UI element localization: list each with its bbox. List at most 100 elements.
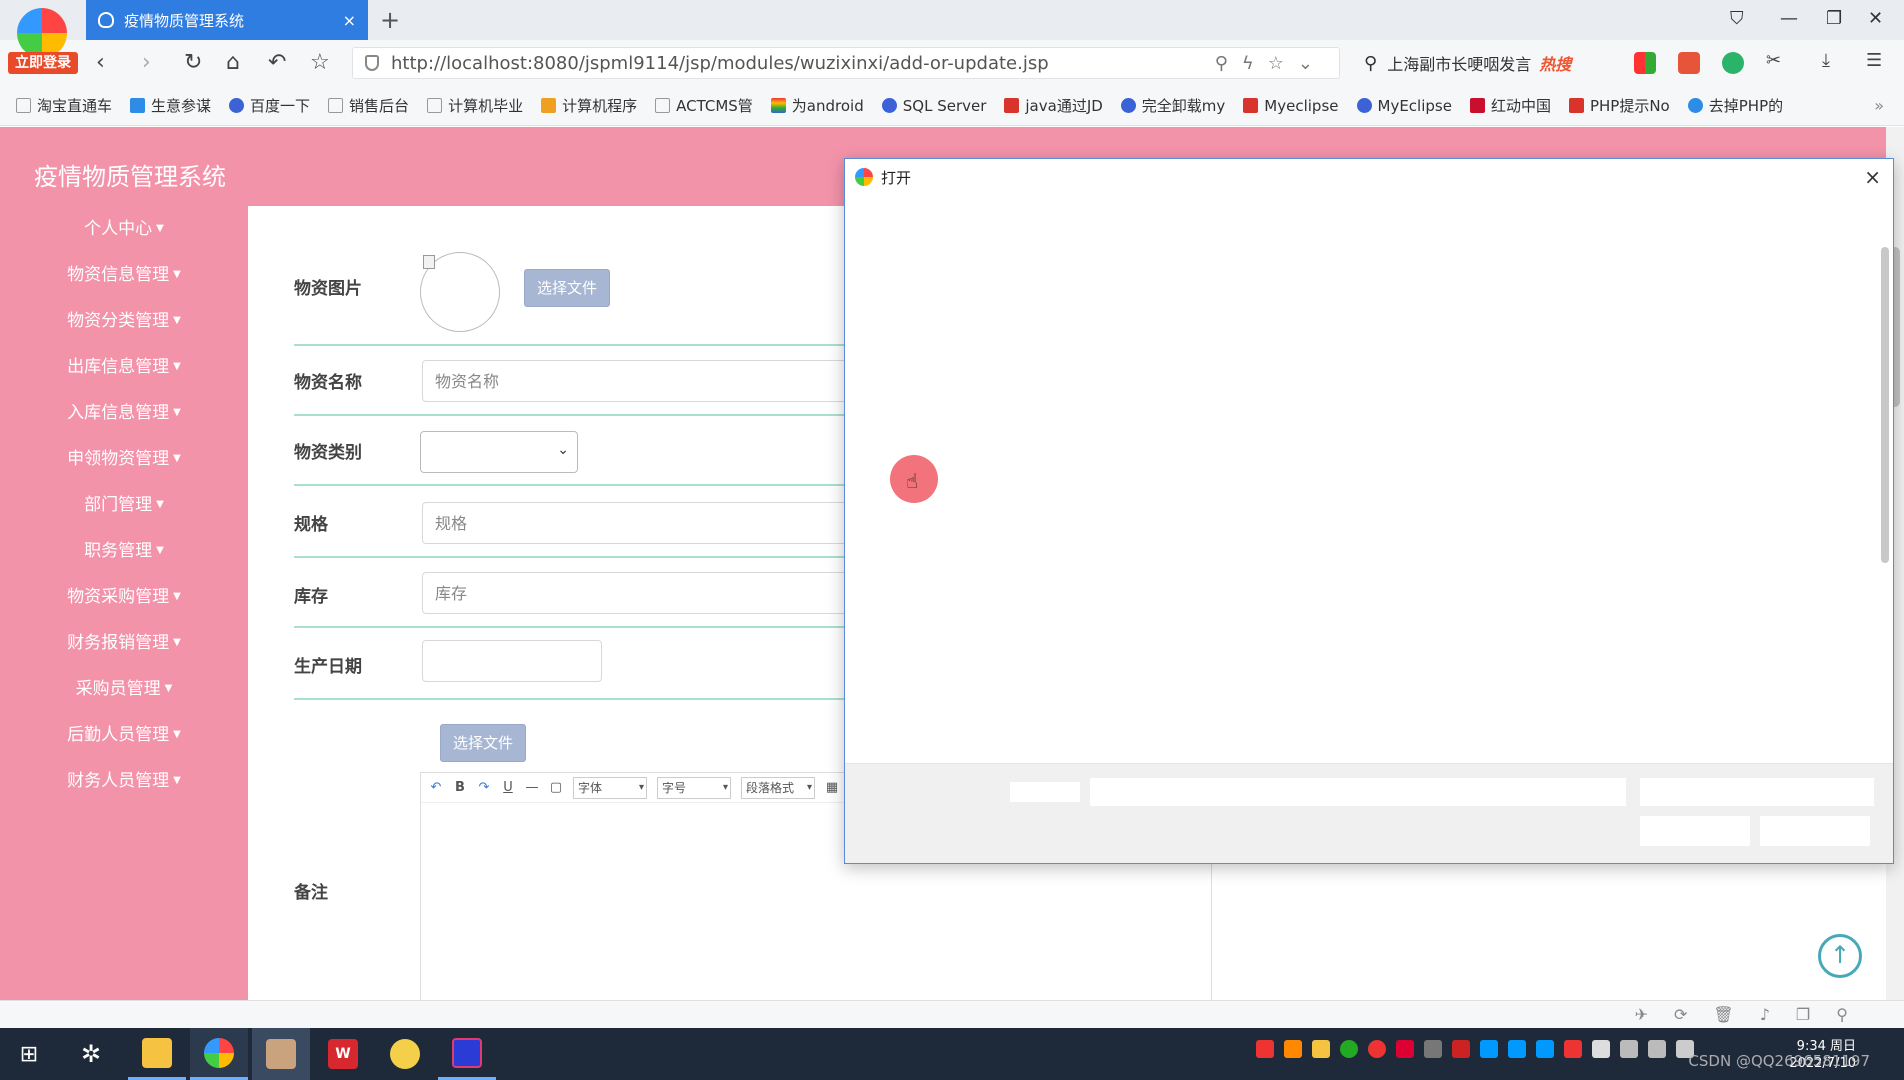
taskbar-app-browser[interactable] xyxy=(190,1028,248,1080)
skin-icon[interactable]: ⛉ xyxy=(1730,8,1744,29)
sidebar-item-buyer[interactable]: 采购员管理 ▼ xyxy=(0,666,248,712)
forward-icon[interactable]: › xyxy=(142,50,151,75)
bookmark-item[interactable]: 计算机程序 xyxy=(541,95,637,116)
start-button[interactable]: ⊞ xyxy=(0,1028,58,1080)
address-bar[interactable]: http://localhost:8080/jspml9114/jsp/modu… xyxy=(352,47,1340,79)
address-bar-icons[interactable]: ⚲ϟ☆⌄ xyxy=(1215,53,1327,74)
back-icon[interactable]: ‹ xyxy=(96,50,105,75)
bookmark-item[interactable]: 为android xyxy=(770,95,864,116)
back-to-top-icon[interactable]: ↑ xyxy=(1818,934,1862,978)
restore-icon[interactable]: ❐ xyxy=(1826,8,1842,29)
file-type-select[interactable] xyxy=(1640,778,1874,806)
new-tab-button[interactable]: + xyxy=(380,6,400,34)
battery-icon[interactable] xyxy=(1592,1040,1610,1058)
bookmark-item[interactable]: 去掉PHP的 xyxy=(1687,95,1783,116)
tray-icon[interactable] xyxy=(1340,1040,1358,1058)
bookmark-item[interactable]: 生意参谋 xyxy=(130,95,211,116)
search-box[interactable]: ⚲ 上海副市长哽咽发言 热搜 xyxy=(1364,47,1614,79)
sidebar-item-finance-staff[interactable]: 财务人员管理 ▼ xyxy=(0,758,248,804)
bookmark-item[interactable]: Myeclipse xyxy=(1243,97,1339,115)
filename-input[interactable] xyxy=(1090,778,1626,806)
taskbar-app[interactable]: ✲ xyxy=(62,1028,120,1080)
browser-logo[interactable]: 立即登录 xyxy=(8,8,78,78)
menu-icon[interactable]: ☰ xyxy=(1866,50,1882,71)
font-family-select[interactable]: 字体 xyxy=(573,776,647,799)
category-select[interactable]: ⌄ xyxy=(420,431,578,473)
sidebar-item-position[interactable]: 职务管理 ▼ xyxy=(0,528,248,574)
bookmark-item[interactable]: ACTCMS管 xyxy=(655,95,753,116)
tray-icon[interactable] xyxy=(1368,1040,1386,1058)
home-icon[interactable]: ⌂ xyxy=(226,50,240,75)
tray-icon[interactable] xyxy=(1396,1040,1414,1058)
reload-icon[interactable]: ↻ xyxy=(184,50,202,75)
tray-icon[interactable] xyxy=(1284,1040,1302,1058)
table-icon[interactable]: ▦ xyxy=(825,780,839,795)
tray-icon[interactable] xyxy=(1508,1040,1526,1058)
green-extension-icon[interactable] xyxy=(1722,52,1744,74)
sidebar-item-logistics-staff[interactable]: 后勤人员管理 ▼ xyxy=(0,712,248,758)
bookmark-item[interactable]: 淘宝直通车 xyxy=(16,95,112,116)
tray-icon[interactable] xyxy=(1480,1040,1498,1058)
tray-icon[interactable] xyxy=(1256,1040,1274,1058)
bookmark-item[interactable]: SQL Server xyxy=(881,97,986,115)
sidebar-item-purchase[interactable]: 物资采购管理 ▼ xyxy=(0,574,248,620)
bookmark-item[interactable]: 红动中国 xyxy=(1469,95,1551,116)
window-close-icon[interactable]: ✕ xyxy=(1868,8,1883,29)
choose-file-button-2[interactable]: 选择文件 xyxy=(440,724,527,762)
url-text[interactable]: http://localhost:8080/jspml9114/jsp/modu… xyxy=(391,53,1215,74)
dialog-close-icon[interactable]: × xyxy=(1864,165,1881,189)
paragraph-format-select[interactable]: 段落格式 xyxy=(741,776,815,799)
cancel-button[interactable] xyxy=(1760,816,1870,846)
tray-icon[interactable] xyxy=(1536,1040,1554,1058)
sidebar-item-inbound[interactable]: 入库信息管理 ▼ xyxy=(0,390,248,436)
download-icon[interactable]: ⤓ xyxy=(1822,50,1830,71)
dialog-scrollbar[interactable] xyxy=(1881,247,1889,563)
scissors-icon[interactable]: ✂ xyxy=(1766,50,1781,71)
redo-icon[interactable]: ↷ xyxy=(477,780,491,795)
undo-icon[interactable]: ↶ xyxy=(268,50,286,75)
statusbar-icons[interactable]: ✈⟳🗑♪❐⚲ xyxy=(1635,1005,1874,1024)
taskbar-app-explorer[interactable] xyxy=(128,1028,186,1080)
bookmark-item[interactable]: PHP提示No xyxy=(1568,95,1670,116)
open-button[interactable] xyxy=(1640,816,1750,846)
tab-active[interactable]: 疫情物质管理系统 × xyxy=(86,0,368,40)
underline-icon[interactable]: U xyxy=(501,780,515,795)
taskbar-app[interactable] xyxy=(376,1028,434,1080)
login-badge[interactable]: 立即登录 xyxy=(8,52,78,74)
production-date-input[interactable] xyxy=(422,640,602,682)
sidebar-item-requisition[interactable]: 申领物资管理 ▼ xyxy=(0,436,248,482)
bookmark-item[interactable]: java通过JD xyxy=(1004,95,1103,116)
tab-close-icon[interactable]: × xyxy=(343,11,356,30)
bookmark-item[interactable]: 百度一下 xyxy=(229,95,310,116)
minimize-icon[interactable]: — xyxy=(1780,8,1798,29)
tray-icon[interactable] xyxy=(1452,1040,1470,1058)
bold-icon[interactable]: B xyxy=(453,780,467,795)
sidebar-item-department[interactable]: 部门管理 ▼ xyxy=(0,482,248,528)
sidebar-item-material-category[interactable]: 物资分类管理 ▼ xyxy=(0,298,248,344)
font-size-select[interactable]: 字号 xyxy=(657,776,731,799)
undo-icon[interactable]: ↶ xyxy=(429,780,443,795)
search-suggestion[interactable]: 上海副市长哽咽发言 xyxy=(1387,51,1531,75)
sidebar-item-material-info[interactable]: 物资信息管理 ▼ xyxy=(0,252,248,298)
bookmarks-more-icon[interactable]: » xyxy=(1874,96,1884,115)
tray-icon[interactable] xyxy=(1312,1040,1330,1058)
sidebar-item-outbound[interactable]: 出库信息管理 ▼ xyxy=(0,344,248,390)
tray-icon[interactable] xyxy=(1424,1040,1442,1058)
sidebar-item-reimbursement[interactable]: 财务报销管理 ▼ xyxy=(0,620,248,666)
bookmark-item[interactable]: MyEclipse xyxy=(1356,97,1452,115)
favorite-star-icon[interactable]: ☆ xyxy=(310,50,330,75)
horizontal-rule-icon[interactable]: — xyxy=(525,780,539,795)
wifi-icon[interactable] xyxy=(1620,1040,1638,1058)
volume-icon[interactable] xyxy=(1648,1040,1666,1058)
sidebar-item-personal-center[interactable]: 个人中心 ▼ xyxy=(0,206,248,252)
bookmark-item[interactable]: 销售后台 xyxy=(328,95,409,116)
clear-format-icon[interactable]: ▢ xyxy=(549,780,563,795)
game-icon[interactable] xyxy=(1678,52,1700,74)
bookmark-item[interactable]: 计算机毕业 xyxy=(427,95,523,116)
bookmark-item[interactable]: 完全卸载my xyxy=(1120,95,1225,116)
taskbar-app-user[interactable] xyxy=(252,1028,310,1080)
taskbar-app-wps[interactable]: W xyxy=(314,1028,372,1080)
choose-file-button[interactable]: 选择文件 xyxy=(524,269,611,307)
tray-icon[interactable] xyxy=(1564,1040,1582,1058)
apps-icon[interactable] xyxy=(1634,52,1656,74)
